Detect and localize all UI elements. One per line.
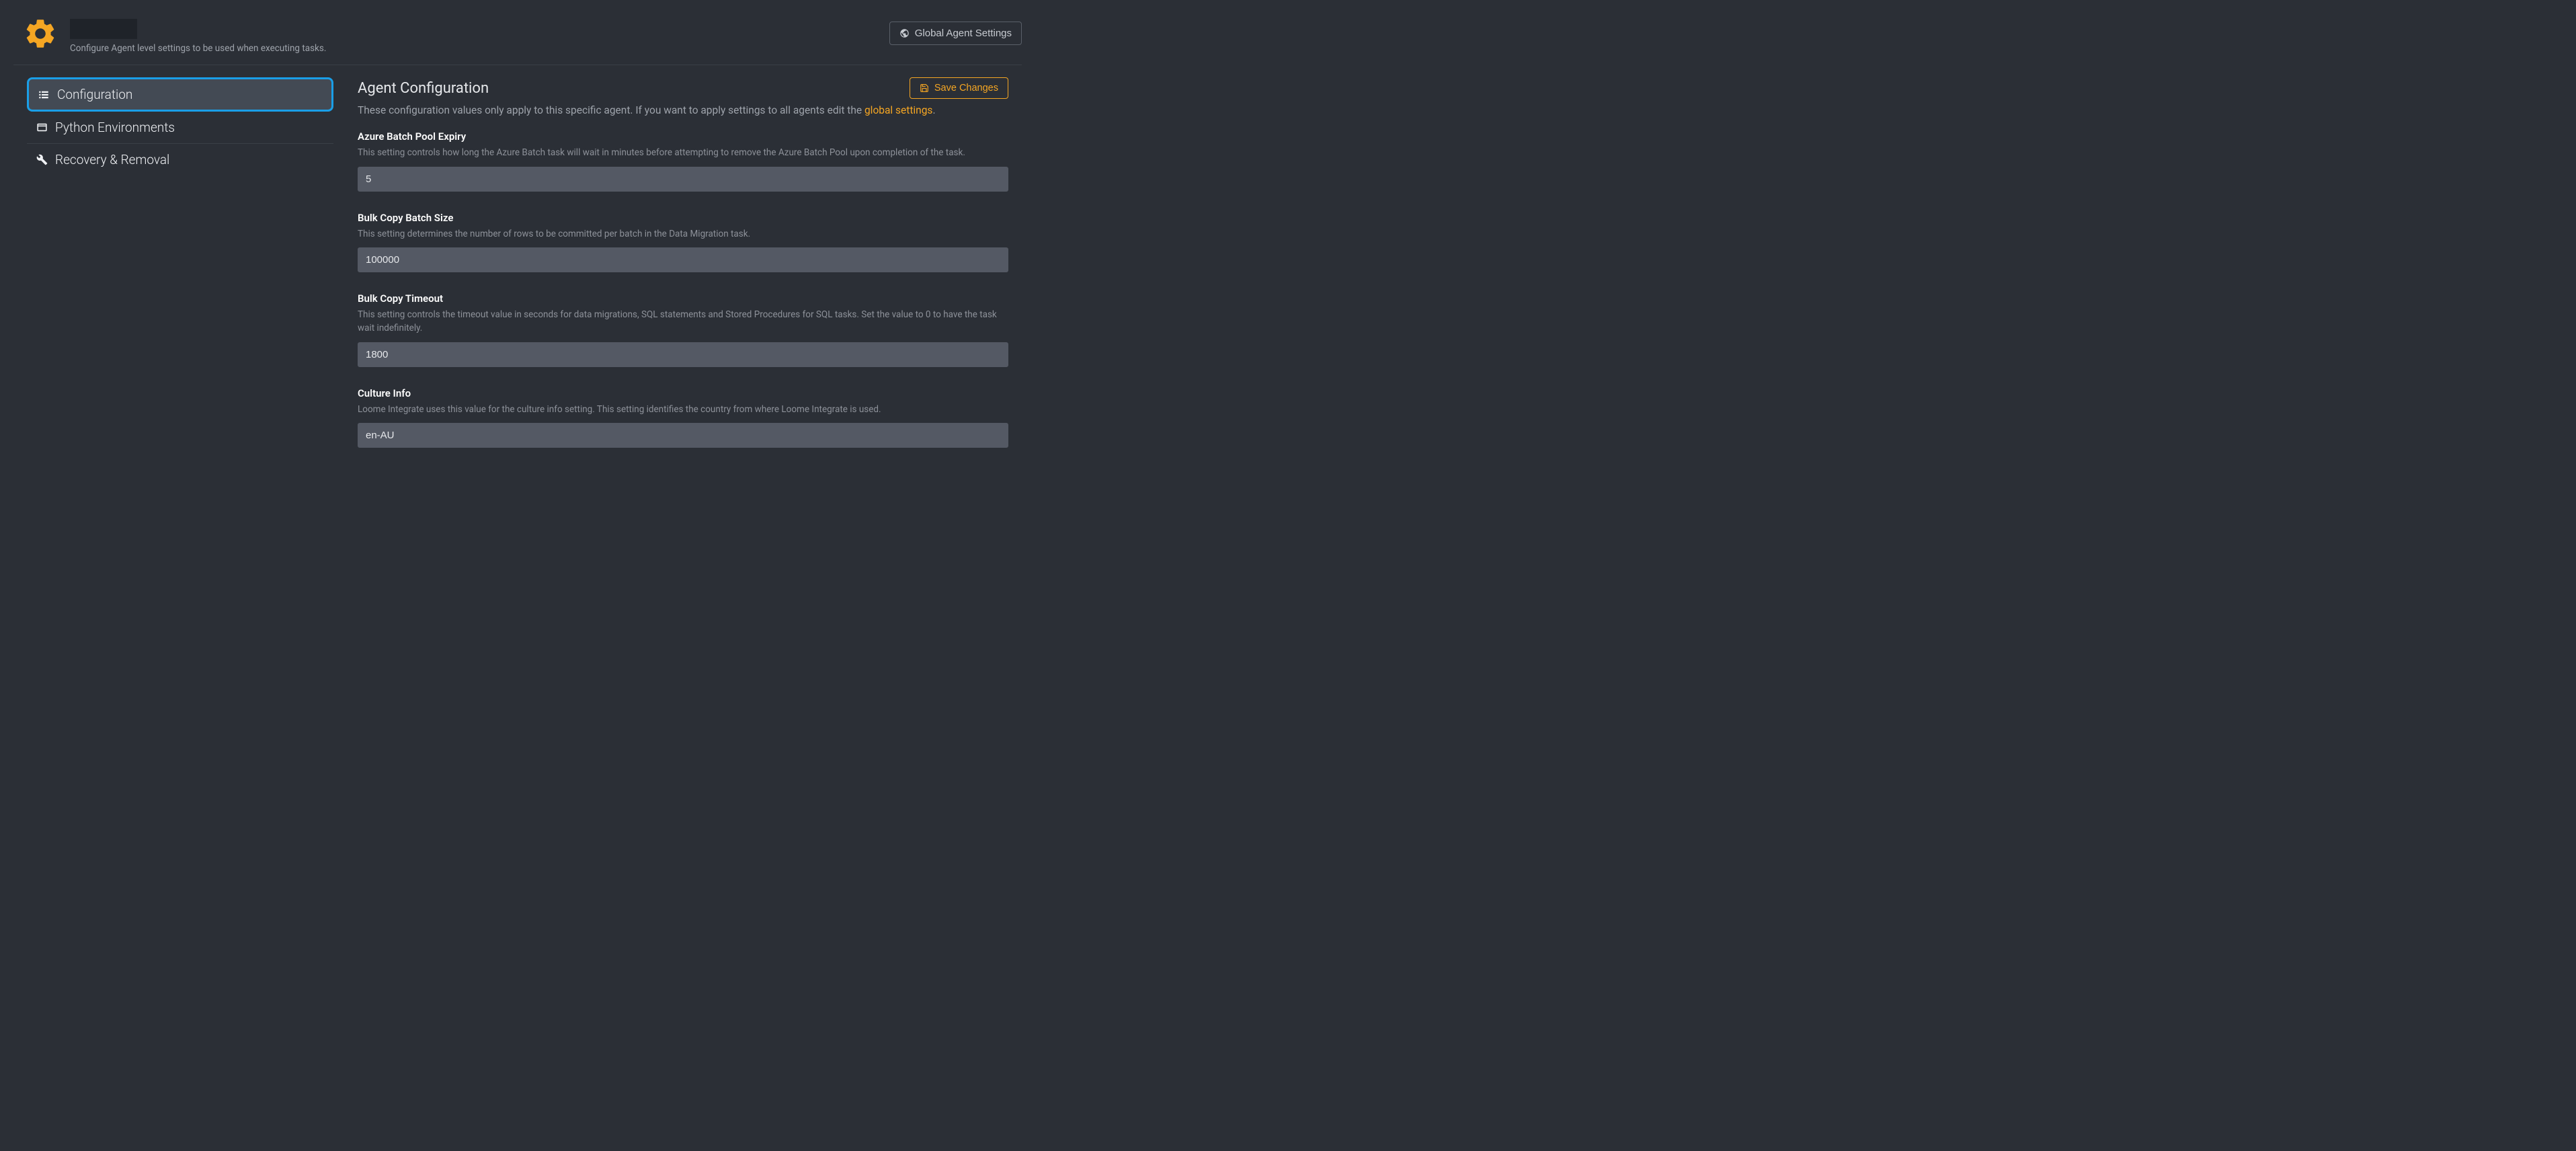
field-desc: This setting determines the number of ro… (358, 228, 1008, 241)
field-bulk-copy-timeout: Bulk Copy Timeout This setting controls … (358, 292, 1008, 366)
tab-configuration[interactable]: Configuration (27, 77, 333, 112)
global-settings-link[interactable]: global settings (864, 104, 932, 116)
field-label: Culture Info (358, 387, 1008, 399)
field-label: Azure Batch Pool Expiry (358, 130, 1008, 143)
field-label: Bulk Copy Timeout (358, 292, 1008, 305)
global-agent-settings-button[interactable]: Global Agent Settings (889, 22, 1022, 45)
page-subtitle: Configure Agent level settings to be use… (70, 43, 326, 54)
save-changes-label: Save Changes (934, 83, 998, 93)
field-bulk-copy-batch-size: Bulk Copy Batch Size This setting determ… (358, 212, 1008, 273)
page-header: Configure Agent level settings to be use… (13, 0, 1022, 65)
field-culture-info: Culture Info Loome Integrate uses this v… (358, 387, 1008, 448)
intro-prefix: These configuration values only apply to… (358, 104, 864, 116)
intro-text: These configuration values only apply to… (358, 103, 1008, 118)
tab-label: Recovery & Removal (55, 152, 169, 167)
tab-recovery-removal[interactable]: Recovery & Removal (27, 144, 333, 175)
field-azure-batch-pool-expiry: Azure Batch Pool Expiry This setting con… (358, 130, 1008, 192)
field-desc: Loome Integrate uses this value for the … (358, 403, 1008, 417)
panel-title: Agent Configuration (358, 80, 489, 97)
bulk-copy-timeout-input[interactable] (358, 342, 1008, 367)
save-icon (920, 83, 929, 93)
wrench-icon (35, 154, 48, 165)
tab-label: Configuration (57, 87, 132, 102)
main-panel: Agent Configuration Save Changes These c… (358, 77, 1022, 448)
window-icon (35, 122, 48, 133)
field-label: Bulk Copy Batch Size (358, 212, 1008, 224)
tab-label: Python Environments (55, 120, 175, 135)
gear-icon (23, 16, 58, 51)
intro-suffix: . (932, 104, 935, 116)
page-title-redacted (70, 19, 137, 39)
field-desc: This setting controls the timeout value … (358, 309, 1008, 335)
culture-info-input[interactable] (358, 423, 1008, 448)
field-desc: This setting controls how long the Azure… (358, 147, 1008, 160)
save-changes-button[interactable]: Save Changes (910, 77, 1008, 99)
tab-python-environments[interactable]: Python Environments (27, 112, 333, 144)
bulk-copy-batch-size-input[interactable] (358, 247, 1008, 272)
global-agent-settings-label: Global Agent Settings (915, 28, 1012, 39)
azure-batch-pool-expiry-input[interactable] (358, 167, 1008, 192)
sidebar: Configuration Python Environments R (13, 77, 333, 448)
globe-icon (899, 28, 910, 38)
list-icon (37, 89, 50, 101)
